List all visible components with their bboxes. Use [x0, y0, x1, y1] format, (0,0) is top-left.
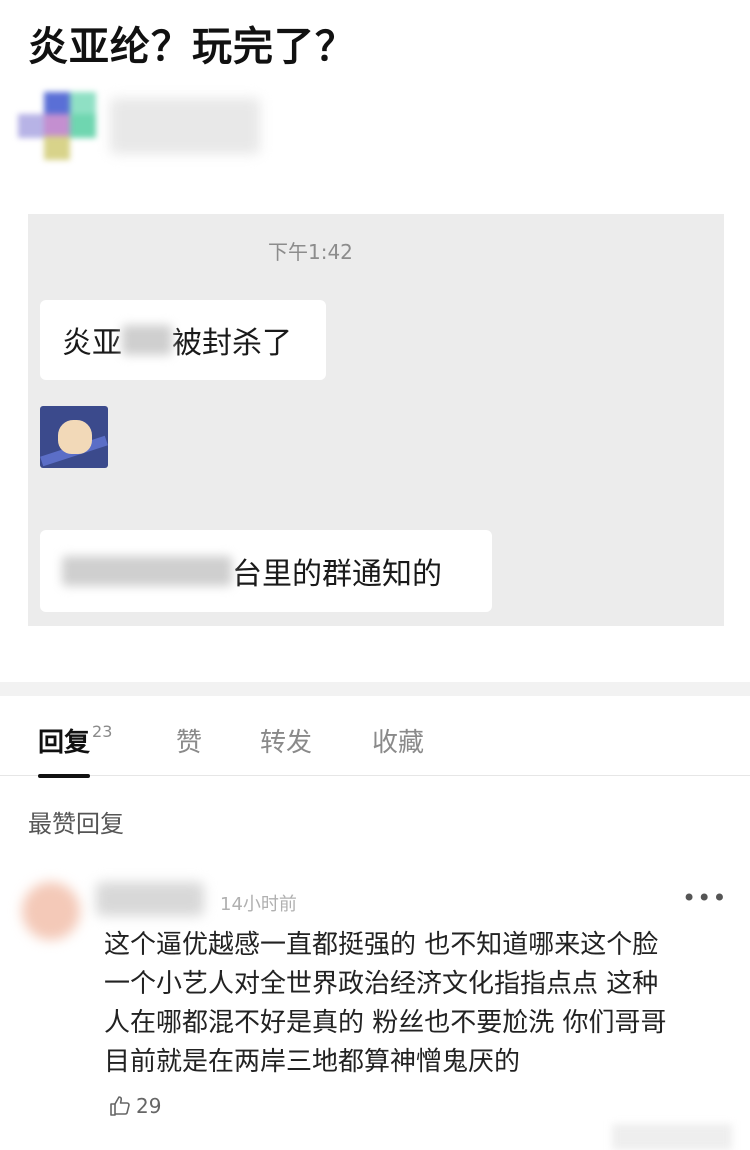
thumbs-up-icon [110, 1096, 130, 1116]
chat-screenshot: 下午1:42 炎亚 被封杀了 台里的群通知的 [28, 214, 724, 626]
like-count: 29 [136, 1094, 162, 1118]
tab-replies-count: 23 [92, 722, 113, 741]
commenter-name-blurred[interactable] [96, 882, 204, 916]
watermark-blur [612, 1124, 732, 1150]
chat-timestamp: 下午1:42 [268, 240, 353, 264]
author-name-blurred[interactable] [110, 98, 260, 154]
redacted-text [62, 556, 232, 586]
section-divider [0, 682, 750, 696]
top-replies-label: 最赞回复 [28, 810, 124, 838]
comment-text: 这个逼优越感一直都挺强的 也不知道哪来这个脸 一个小艺人对全世界政治经济文化指指… [104, 926, 714, 1082]
bubble-1-text-end: 被封杀了 [172, 326, 292, 361]
chat-bubble-2: 台里的群通知的 [40, 530, 492, 612]
comment-line: 这个逼优越感一直都挺强的 也不知道哪来这个脸 [104, 930, 659, 960]
like-button[interactable]: 29 [108, 1094, 161, 1118]
comment-line: 人在哪都混不好是真的 粉丝也不要尬洗 你们哥哥 [104, 1008, 667, 1038]
active-tab-indicator [38, 774, 90, 778]
commenter-avatar[interactable] [22, 882, 80, 940]
chat-bubble-1: 炎亚 被封杀了 [40, 300, 326, 380]
tab-favorites[interactable]: 收藏 [372, 722, 424, 759]
cat-sticker [40, 406, 108, 468]
comment-timestamp: 14小时前 [220, 894, 297, 915]
tab-bar: 回复 23 赞 转发 收藏 [0, 706, 750, 778]
tab-replies-label: 回复 [38, 728, 91, 758]
post-title: 炎亚纶？玩完了？ [28, 24, 356, 70]
bubble-1-text-start: 炎亚 [62, 326, 122, 361]
comment-item: 14小时前 ••• 这个逼优越感一直都挺强的 也不知道哪来这个脸 一个小艺人对全… [0, 876, 750, 1136]
more-options-icon[interactable]: ••• [682, 884, 727, 912]
bubble-2-text: 台里的群通知的 [232, 557, 442, 592]
tab-likes[interactable]: 赞 [176, 722, 202, 759]
comment-line: 一个小艺人对全世界政治经济文化指指点点 这种 [104, 969, 659, 999]
redacted-text [122, 325, 172, 355]
tab-reposts[interactable]: 转发 [260, 722, 312, 759]
avatar[interactable] [18, 92, 98, 162]
comment-line: 目前就是在两岸三地都算神憎鬼厌的 [104, 1047, 521, 1077]
tab-replies[interactable]: 回复 23 [38, 722, 112, 759]
author-row[interactable] [18, 92, 278, 162]
